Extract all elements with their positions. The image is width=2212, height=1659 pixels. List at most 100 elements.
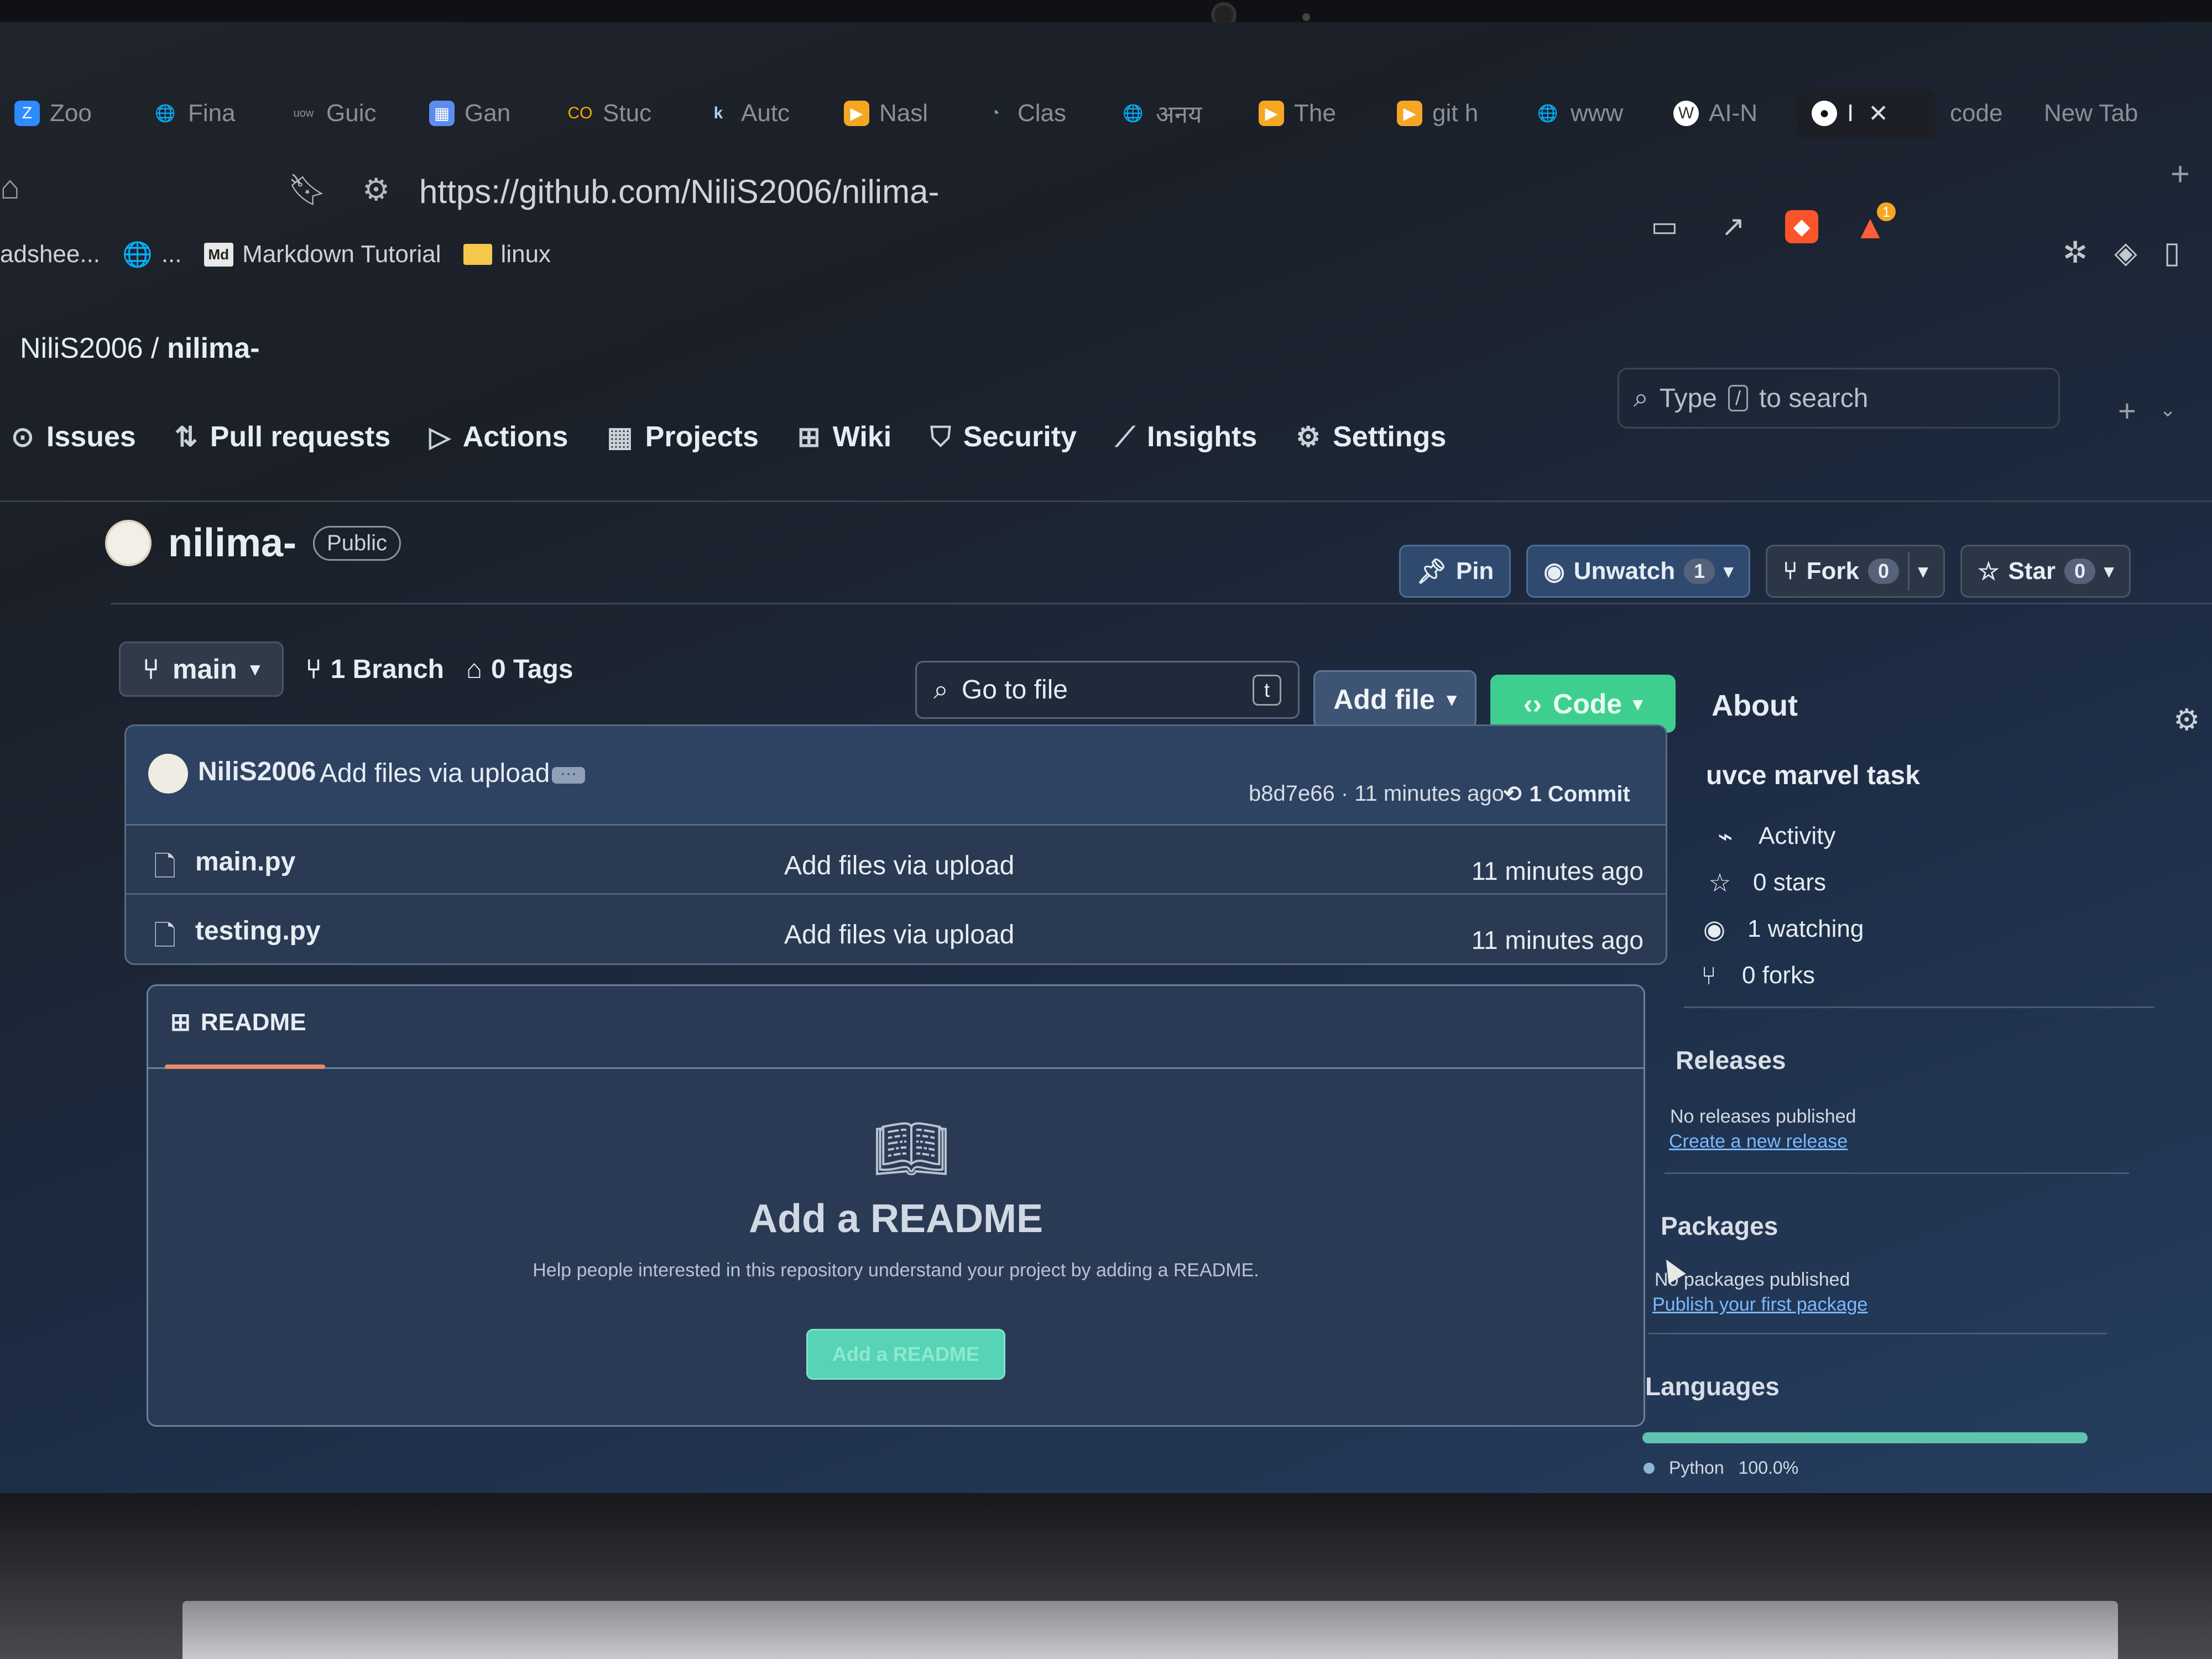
activity-link[interactable]: ⌁ Activity — [1709, 821, 1864, 851]
tab-projects[interactable]: ▦ Projects — [607, 420, 758, 453]
browser-tab[interactable]: New Tab — [2030, 88, 2157, 138]
commit-hash[interactable]: b8d7e66 · 11 minutes ago — [1249, 781, 1504, 806]
about-heading: About — [1712, 689, 1798, 722]
rewards-badge: 1 — [1877, 202, 1896, 221]
browser-tab[interactable]: ▶ git h — [1383, 88, 1521, 138]
file-commit-message[interactable]: Add files via upload — [784, 920, 1014, 950]
browser-tab[interactable]: 🌐 Fina — [138, 88, 276, 138]
pin-button[interactable]: 📌︎ Pin — [1399, 545, 1511, 598]
chevron-down-icon[interactable]: ▾ — [1918, 560, 1928, 582]
tab-readme[interactable]: ⊞ README — [170, 1008, 306, 1036]
language-item[interactable]: Python 100.0% — [1644, 1458, 1798, 1478]
tab-settings[interactable]: ⚙ Settings — [1296, 420, 1446, 453]
fork-button[interactable]: ⑂ Fork 0 ▾ — [1766, 545, 1945, 598]
unwatch-button[interactable]: ◉ Unwatch 1 ▾ — [1526, 545, 1751, 598]
pulse-icon: ⌁ — [1718, 822, 1733, 851]
browser-tab[interactable]: 🌐 अनय — [1106, 88, 1244, 138]
owner-link[interactable]: NiliS2006 — [20, 332, 143, 364]
tab-insights[interactable]: ⟋ Insights — [1115, 420, 1257, 453]
bookmark-folder[interactable]: linux — [463, 241, 551, 268]
tags-link[interactable]: ⌂ 0 Tags — [466, 654, 573, 685]
table-row[interactable]: 🗋 testing.py Add files via upload 11 min… — [126, 895, 1666, 963]
forks-link[interactable]: ⑂ 0 forks — [1692, 961, 1864, 990]
chevron-down-icon[interactable]: ▾ — [2104, 560, 2114, 582]
extensions-icon[interactable]: ✲ — [2063, 235, 2088, 270]
star-count: 0 — [2064, 559, 2096, 584]
file-name[interactable]: testing.py — [195, 916, 321, 946]
close-icon[interactable]: ✕ — [1868, 100, 1888, 128]
youtube-icon: ▶ — [1397, 101, 1422, 126]
shortcut-key: / — [1728, 385, 1748, 411]
wallet-icon[interactable]: ◈ — [2114, 235, 2137, 270]
chevron-down-icon: ▾ — [1633, 693, 1643, 714]
tab-pull-requests[interactable]: ⇅ Pull requests — [175, 420, 390, 453]
browser-tab[interactable]: ▶ The — [1244, 88, 1383, 138]
tab-underline — [165, 1065, 325, 1069]
file-icon: 🗋 — [154, 851, 176, 882]
publish-package-link[interactable]: Publish your first package — [1652, 1294, 1867, 1316]
branch-select[interactable]: ⑂ main ▾ — [119, 641, 284, 697]
browser-tab[interactable]: code — [1936, 88, 2030, 138]
commit-author[interactable]: NiliS2006 — [198, 757, 316, 787]
create-release-link[interactable]: Create a new release — [1669, 1131, 1848, 1152]
tab-security[interactable]: ⛉ Security — [930, 420, 1077, 453]
file-name[interactable]: main.py — [195, 847, 295, 877]
screen: Z Zoo 🌐 Fina uow Guic ▦ Gan CO Stuc k Autc ▶ Na… — [0, 22, 2212, 1515]
tab-wiki[interactable]: ⊞ Wiki — [797, 420, 891, 453]
stars-link[interactable]: ☆ 0 stars — [1703, 868, 1864, 898]
file-time: 11 minutes ago — [1471, 926, 1644, 954]
commits-link[interactable]: ⟲ 1 Commit — [1503, 781, 1630, 807]
browser-tab[interactable]: ▶ Nasl — [830, 88, 968, 138]
commit-expand-button[interactable]: ··· — [552, 765, 585, 784]
add-readme-button[interactable]: Add a README — [806, 1329, 1005, 1380]
search-input[interactable]: ⌕ Type / to search — [1618, 368, 2060, 429]
eye-icon: ◉ — [1543, 557, 1565, 585]
bookmark-item[interactable]: adshee... — [0, 241, 100, 268]
packages-heading[interactable]: Packages — [1661, 1211, 1778, 1241]
chevron-down-icon: ▾ — [1724, 561, 1734, 582]
add-file-button[interactable]: Add file ▾ — [1313, 670, 1477, 728]
branches-link[interactable]: ⑂ 1 Branch — [306, 654, 444, 685]
browser-tab[interactable]: W AI-N — [1659, 88, 1797, 138]
star-button[interactable]: ☆ Star 0 ▾ — [1960, 545, 2131, 598]
address-bar-icons: ▭ ↗ ◆ ▲ 1 — [1648, 202, 1896, 246]
bookmark-item[interactable]: 🌐... — [122, 240, 181, 269]
bookmark-item[interactable]: Md Markdown Tutorial — [204, 241, 441, 268]
browser-tab[interactable]: Z Zoo — [0, 88, 138, 138]
gear-icon[interactable]: ⚙ — [2173, 702, 2200, 737]
tab-issues[interactable]: ⊙ Issues — [11, 420, 136, 453]
url-field[interactable]: https://github.com/NiliS2006/nilima- — [419, 173, 939, 211]
browser-tab-active[interactable]: ● I ✕ — [1797, 88, 1936, 138]
table-row[interactable]: 🗋 main.py Add files via upload 11 minute… — [126, 826, 1666, 895]
avatar — [148, 754, 188, 794]
create-new-icon[interactable]: + — [2118, 393, 2136, 429]
home-icon[interactable]: ⌂ — [0, 168, 20, 206]
gear-icon: ⚙ — [1296, 421, 1321, 452]
browser-tab[interactable]: CO Stuc — [553, 88, 691, 138]
repo-title[interactable]: nilima- — [168, 520, 296, 566]
address-bar: ⌂ 🔖︎ ⚙ https://github.com/NiliS2006/nili… — [0, 160, 2212, 269]
commit-message[interactable]: Add files via upload — [320, 758, 550, 789]
browser-tab[interactable]: ▦ Gan — [415, 88, 553, 138]
file-commit-message[interactable]: Add files via upload — [784, 851, 1014, 881]
go-to-file-input[interactable]: ⌕ Go to file t — [915, 661, 1300, 719]
releases-heading[interactable]: Releases — [1676, 1045, 1786, 1075]
watching-link[interactable]: ◉ 1 watching — [1698, 914, 1864, 944]
book-icon: ⊞ — [170, 1009, 191, 1036]
site-settings-icon[interactable]: ⚙ — [362, 171, 390, 208]
rewards-icon[interactable]: ▲ 1 — [1854, 202, 1896, 246]
bookmark-icon[interactable]: 🔖︎ — [288, 171, 327, 208]
tab-actions[interactable]: ▷ Actions — [429, 420, 568, 453]
browser-tab[interactable]: uow Guic — [276, 88, 415, 138]
share-icon[interactable]: ↗ — [1717, 210, 1750, 243]
cast-icon[interactable]: ▭ — [1648, 210, 1681, 243]
sidebar-icon[interactable]: ▯ — [2164, 235, 2180, 270]
brave-shield-icon[interactable]: ◆ — [1785, 210, 1818, 243]
youtube-icon: ▶ — [1259, 101, 1284, 126]
browser-tab[interactable]: ◔ Clas — [968, 88, 1106, 138]
browser-tab[interactable]: 🌐 www — [1521, 88, 1659, 138]
language-bar — [1642, 1432, 2088, 1443]
repo-link[interactable]: nilima- — [167, 332, 260, 364]
chevron-down-icon[interactable]: ⌄ — [2159, 398, 2176, 421]
browser-tab[interactable]: k Autc — [691, 88, 830, 138]
